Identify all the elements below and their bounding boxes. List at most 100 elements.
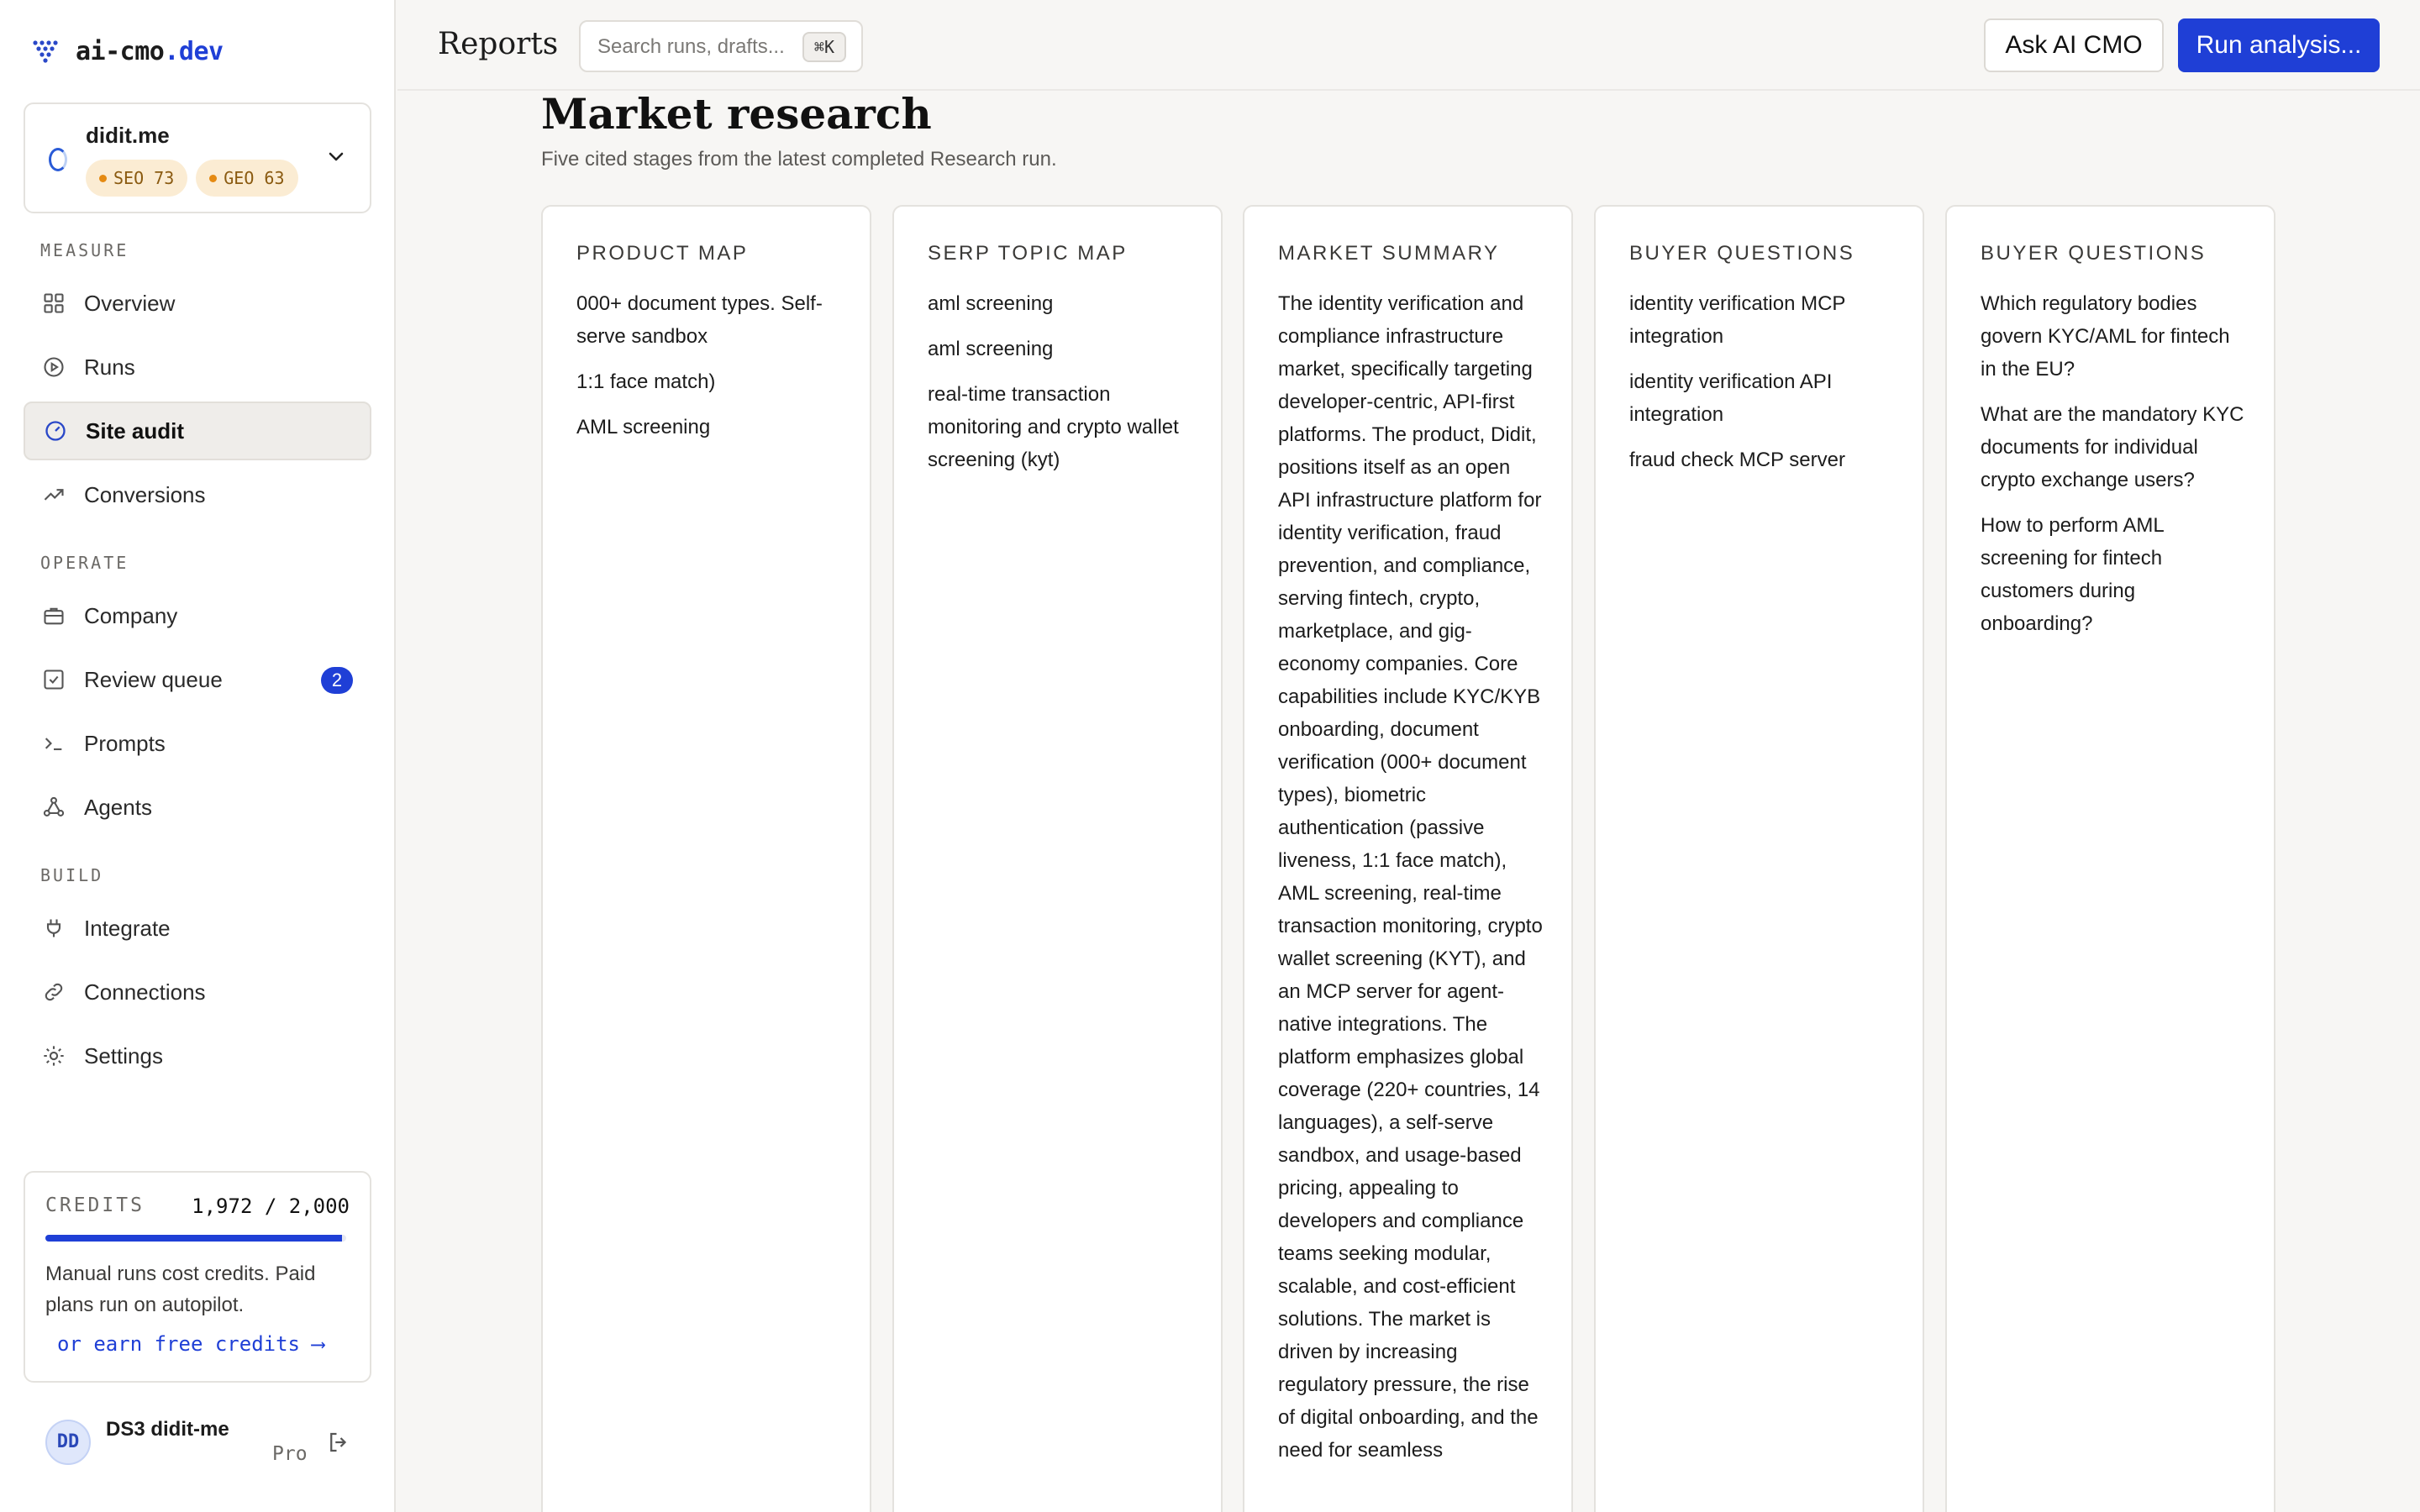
shortcut-hint: ⌘K [802,32,846,62]
section-label-build: BUILD [40,865,104,885]
ask-ai-cmo-button[interactable]: Ask AI CMO [1984,18,2164,72]
status-dot-icon [209,174,218,182]
card-items: aml screening aml screening real-time tr… [928,287,1197,489]
project-loading-icon [49,148,67,171]
credits-value: 1,972 / 2,000 [192,1194,350,1218]
sidebar-item-label: Prompts [84,730,166,756]
page-title: Market research [541,89,932,139]
sidebar-item-settings[interactable]: Settings [24,1026,371,1085]
sidebar-item-connections[interactable]: Connections [24,963,371,1021]
credits-progress-bar [45,1235,346,1242]
run-analysis-button[interactable]: Run analysis... [2178,18,2380,72]
card-title: SERP TOPIC MAP [928,242,1128,265]
sidebar-item-label: Integrate [84,915,171,941]
sidebar-item-review-queue[interactable]: Review queue 2 [24,650,371,709]
list-item: identity verification MCP integration [1629,292,1845,348]
stage-card-buyer-questions-1: BUYER QUESTIONS identity verification MC… [1594,205,1924,1512]
user-plan: Pro [272,1443,308,1465]
play-circle-icon [44,357,64,377]
chevron-down-icon[interactable] [326,146,346,166]
topbar: Reports ⌘K Ask AI CMO Run analysis... [397,0,2420,91]
project-badges: SEO 73 GEO 63 [86,160,298,197]
sidebar-item-label: Site audit [86,417,185,444]
sidebar-item-site-audit[interactable]: Site audit [24,402,371,460]
review-count-badge: 2 [321,667,353,694]
brand-name-suffix: .dev [164,37,224,66]
stage-card-buyer-questions-2: BUYER QUESTIONS Which regulatory bodies … [1945,205,2275,1512]
sidebar-item-company[interactable]: Company [24,586,371,645]
list-item: AML screening [576,416,711,438]
stage-card-market-summary: MARKET SUMMARY The identity verification… [1243,205,1573,1512]
sidebar-item-integrate[interactable]: Integrate [24,899,371,958]
avatar[interactable]: DD [45,1420,91,1465]
status-dot-icon [99,174,107,182]
user-name: DS3 didit-me [106,1418,229,1441]
list-item: fraud check MCP server [1629,449,1845,471]
user-profile: DD DS3 didit-me Pro [24,1413,371,1480]
sidebar-item-label: Connections [84,979,206,1005]
sidebar-item-label: Company [84,602,178,628]
card-title: BUYER QUESTIONS [1629,242,1855,265]
sidebar-item-label: Conversions [84,481,206,507]
grid-icon [44,293,64,313]
brand-name-prefix: ai-cmo [76,37,165,66]
sidebar-item-label: Settings [84,1042,163,1068]
list-item: real-time transaction monitoring and cry… [928,383,1179,471]
check-square-icon [44,669,64,690]
card-items: identity verification MCP integration id… [1629,287,1898,489]
page-subtitle: Five cited stages from the latest comple… [541,148,1057,171]
sidebar-item-conversions[interactable]: Conversions [24,465,371,524]
list-item: 1:1 face match) [576,370,716,393]
search-box[interactable]: ⌘K [579,20,863,72]
credits-note: Manual runs cost credits. Paid plans run… [45,1263,316,1316]
logo-icon [33,39,58,63]
earn-credits-link[interactable]: or earn free credits ⟶ [57,1332,324,1356]
list-item: What are the mandatory KYC documents for… [1981,403,2244,491]
list-item: aml screening [928,292,1054,315]
logout-icon[interactable] [326,1430,351,1455]
list-item: aml screening [928,338,1054,360]
sidebar-item-label: Review queue [84,666,223,692]
sidebar-item-label: Agents [84,794,152,820]
card-items: 000+ document types. Self-serve sandbox … [576,287,845,456]
card-title: BUYER QUESTIONS [1981,242,2207,265]
card-title: PRODUCT MAP [576,242,749,265]
stage-card-product-map: PRODUCT MAP 000+ document types. Self-se… [541,205,871,1512]
card-items: Which regulatory bodies govern KYC/AML f… [1981,287,2249,653]
gear-icon [44,1046,64,1066]
sidebar-item-prompts[interactable]: Prompts [24,714,371,773]
sidebar: ai-cmo.dev didit.me SEO 73 GEO 63 MEASUR… [0,0,396,1512]
trending-up-icon [44,489,64,501]
stage-card-serp-topic-map: SERP TOPIC MAP aml screening aml screeni… [892,205,1223,1512]
network-icon [43,796,65,816]
gauge-icon [45,421,66,441]
project-switcher[interactable]: didit.me SEO 73 GEO 63 [24,102,371,213]
project-name: didit.me [86,123,170,148]
market-summary-text: The identity verification and compliance… [1278,292,1543,1462]
section-label-measure: MEASURE [40,240,129,260]
sidebar-item-runs[interactable]: Runs [24,338,371,396]
list-item: identity verification API integration [1629,370,1833,426]
card-title: MARKET SUMMARY [1278,242,1500,265]
list-item: Which regulatory bodies govern KYC/AML f… [1981,292,2230,381]
seo-score-label: SEO 73 [113,168,175,188]
geo-score-label: GEO 63 [224,168,285,188]
sidebar-item-overview[interactable]: Overview [24,274,371,333]
link-icon [45,983,63,1001]
seo-score-badge: SEO 73 [86,160,188,197]
brand-logo[interactable]: ai-cmo.dev [32,37,224,66]
credits-panel: CREDITS 1,972 / 2,000 Manual runs cost c… [24,1171,371,1383]
brand-name: ai-cmo.dev [76,37,224,66]
search-input[interactable] [597,34,799,60]
list-item: How to perform AML screening for fintech… [1981,514,2164,635]
credits-label: CREDITS [45,1194,145,1216]
plug-icon [46,919,61,937]
sidebar-item-label: Overview [84,290,176,316]
geo-score-badge: GEO 63 [196,160,298,197]
list-item: 000+ document types. Self-serve sandbox [576,292,823,348]
sidebar-item-label: Runs [84,354,135,380]
terminal-icon [45,738,62,751]
sidebar-item-agents[interactable]: Agents [24,778,371,837]
credits-progress-fill [45,1235,342,1242]
section-label-operate: OPERATE [40,553,129,573]
